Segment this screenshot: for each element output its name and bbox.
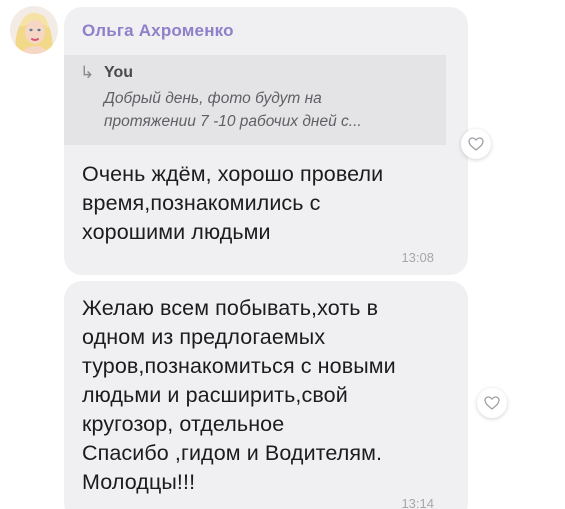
reply-arrow-icon: ↳	[80, 63, 95, 82]
message-line: хорошими людьми	[82, 220, 271, 244]
heart-outline-icon	[468, 137, 484, 151]
sender-name[interactable]: Ольга Ахроменко	[82, 21, 234, 41]
message-text: Желаю всем побывать,хоть в одном из пред…	[82, 294, 462, 497]
reply-author: You	[104, 64, 134, 81]
reply-text-line: протяжении 7 -10 рабочих дней с...	[104, 113, 362, 130]
message-line: одном из предлогаемых	[82, 325, 326, 349]
message-text: Очень ждём, хорошо провели время,познако…	[82, 160, 452, 247]
avatar[interactable]	[10, 6, 58, 54]
message-line: туров,познакомиться с новыми	[82, 354, 396, 378]
reply-text-line: Добрый день, фото будут на	[104, 90, 322, 107]
avatar-photo	[10, 6, 58, 54]
like-button[interactable]	[461, 129, 491, 159]
heart-outline-icon	[484, 396, 500, 410]
message-line: людьми и расширить,свой	[82, 383, 348, 407]
message-line: Очень ждём, хорошо провели	[82, 162, 384, 186]
message-time: 13:14	[401, 496, 434, 509]
message-bubble[interactable]: Ольга Ахроменко ↳ You Добрый день, фото …	[64, 7, 468, 275]
message-line: время,познакомились с	[82, 191, 321, 215]
message-line: кругозор, отдельное	[82, 412, 285, 436]
message-time: 13:08	[401, 250, 434, 265]
like-button[interactable]	[477, 388, 507, 418]
message-line: Спасибо ,гидом и Водителям.	[82, 441, 383, 465]
message-bubble[interactable]: Желаю всем побывать,хоть в одном из пред…	[64, 281, 468, 509]
message-line: Желаю всем побывать,хоть в	[82, 296, 379, 320]
reply-quote[interactable]: ↳ You Добрый день, фото будут на протяже…	[64, 55, 446, 145]
message-line: Молодцы!!!	[82, 470, 196, 494]
chat-view: Ольга Ахроменко ↳ You Добрый день, фото …	[0, 0, 565, 509]
reply-text: Добрый день, фото будут на протяжении 7 …	[104, 87, 434, 133]
